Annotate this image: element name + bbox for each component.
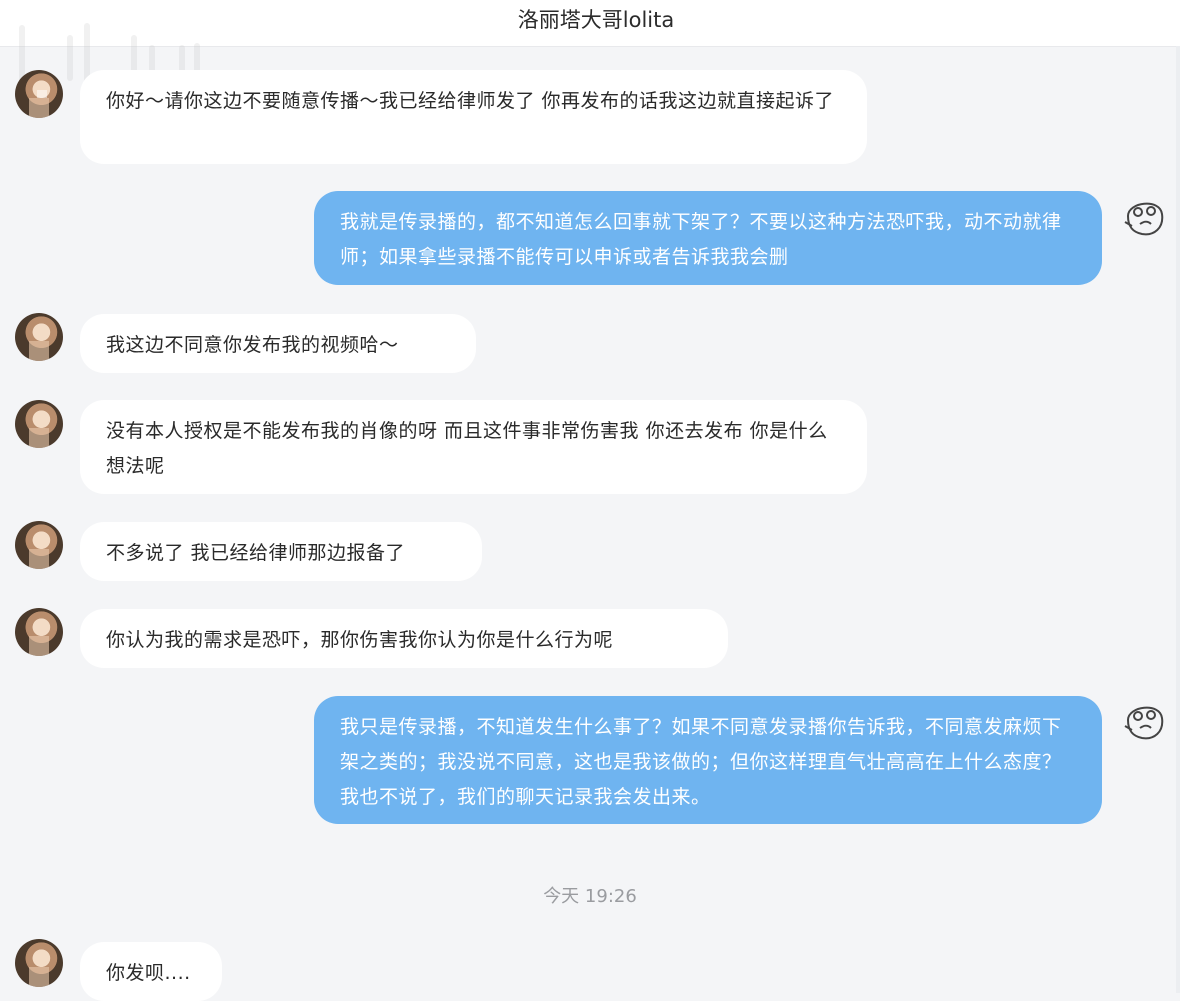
scroll-track[interactable] bbox=[1176, 46, 1180, 993]
message-bubble-received[interactable]: 你发呗.... bbox=[80, 942, 222, 1001]
contact-avatar[interactable] bbox=[15, 400, 63, 448]
message-bubble-received[interactable]: 你好～请你这边不要随意传播～我已经给律师发了 你再发布的话我这边就直接起诉了 bbox=[80, 70, 867, 164]
message-bubble-sent[interactable]: 我就是传录播的，都不知道怎么回事就下架了？不要以这种方法恐吓我，动不动就律师；如… bbox=[314, 191, 1102, 285]
contact-avatar[interactable] bbox=[15, 70, 63, 118]
contact-avatar[interactable] bbox=[15, 521, 63, 569]
meme-face-avatar[interactable] bbox=[1120, 696, 1168, 744]
message-bubble-received[interactable]: 不多说了 我已经给律师那边报备了 bbox=[80, 522, 482, 581]
message-bubble-received[interactable]: 你认为我的需求是恐吓，那你伤害我你认为你是什么行为呢 bbox=[80, 609, 728, 668]
chat-title: 洛丽塔大哥lolita bbox=[517, 8, 675, 32]
contact-avatar[interactable] bbox=[15, 939, 63, 987]
timestamp-divider: 今天 19:26 bbox=[543, 886, 637, 907]
contact-avatar[interactable] bbox=[15, 313, 63, 361]
contact-avatar[interactable] bbox=[15, 608, 63, 656]
message-bubble-received[interactable]: 我这边不同意你发布我的视频哈～ bbox=[80, 314, 476, 373]
meme-face-avatar[interactable] bbox=[1120, 192, 1168, 240]
message-bubble-received[interactable]: 没有本人授权是不能发布我的肖像的呀 而且这件事非常伤害我 你还去发布 你是什么想… bbox=[80, 400, 867, 494]
message-bubble-sent[interactable]: 我只是传录播，不知道发生什么事了？如果不同意发录播你告诉我，不同意发麻烦下架之类… bbox=[314, 696, 1102, 824]
